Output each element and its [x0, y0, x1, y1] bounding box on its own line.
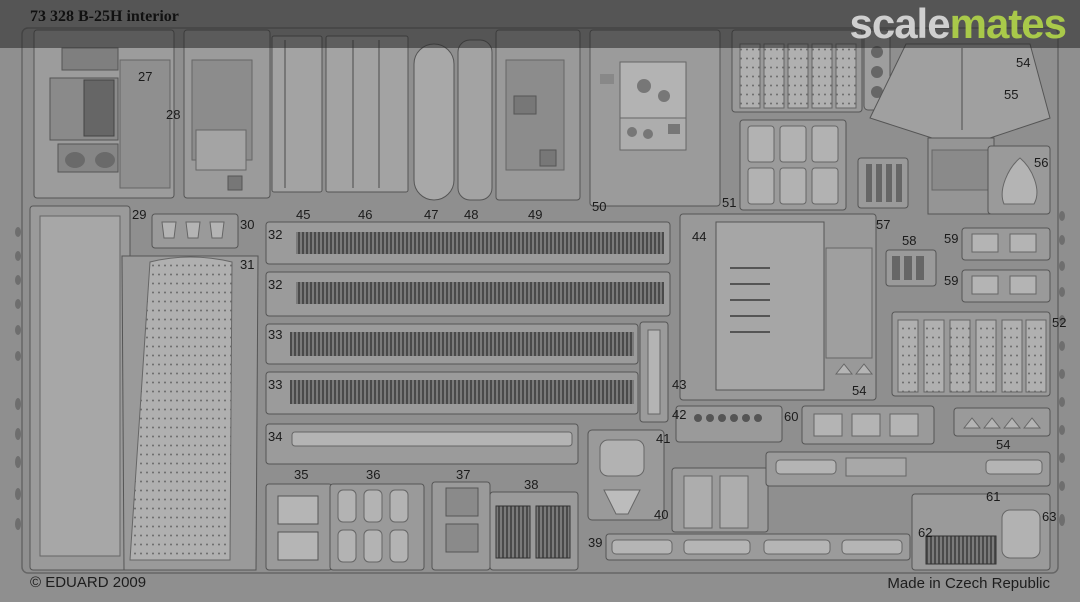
part-label: 39 — [588, 535, 603, 550]
part-label: 60 — [784, 409, 799, 424]
part-59-b — [961, 269, 1051, 303]
part-31-floor-plate — [121, 255, 259, 571]
part-label: 29 — [132, 207, 147, 222]
part-45-inner — [284, 40, 286, 188]
part-34-strip — [265, 423, 579, 465]
watermark-part-b: mates — [949, 0, 1067, 47]
part-48 — [457, 39, 493, 201]
part-label: 55 — [1004, 87, 1019, 102]
part-47 — [413, 43, 455, 201]
part-label: 48 — [464, 207, 479, 222]
part-37 — [431, 481, 491, 571]
part-label: 36 — [366, 467, 381, 482]
part-39-strip — [605, 533, 911, 561]
part-33-belt-a — [265, 323, 639, 365]
part-label: 54 — [852, 383, 867, 398]
part-60 — [801, 405, 935, 445]
part-29-floor-left — [29, 205, 131, 571]
part-32-belt-a — [265, 221, 671, 265]
part-32-belt-b — [265, 271, 671, 317]
part-label: 59 — [944, 273, 959, 288]
watermark-part-a: scale — [849, 0, 950, 47]
part-label: 59 — [944, 231, 959, 246]
part-label: 50 — [592, 199, 607, 214]
part-label: 32 — [268, 227, 283, 242]
part-45 — [271, 35, 323, 193]
part-label: 47 — [424, 207, 439, 222]
part-50-instrument-panel — [589, 29, 721, 207]
part-label: 32 — [268, 277, 283, 292]
part-61-62-63 — [911, 493, 1051, 571]
part-label: 35 — [294, 467, 309, 482]
part-58 — [885, 249, 937, 287]
set-title: 73 328 B-25H interior — [30, 8, 179, 25]
part-label: 49 — [528, 207, 543, 222]
part-label: 51 — [722, 195, 737, 210]
part-panel-cockpit-side — [183, 29, 271, 199]
part-long-bracket-right — [765, 451, 1051, 487]
part-label: 57 — [876, 217, 891, 232]
part-label: 44 — [692, 229, 707, 244]
part-label: 31 — [240, 257, 255, 272]
part-label: 33 — [268, 327, 283, 342]
part-center-lower — [671, 467, 769, 533]
part-36 — [329, 483, 425, 571]
part-label: 62 — [918, 525, 933, 540]
part-43 — [639, 321, 669, 423]
part-label: 38 — [524, 477, 539, 492]
part-51 — [739, 119, 847, 211]
part-38 — [489, 491, 579, 571]
part-57 — [857, 157, 909, 209]
part-59-a — [961, 227, 1051, 261]
watermark-logo: scalemates — [849, 0, 1067, 48]
part-label: 41 — [656, 431, 671, 446]
frame-holes-left — [15, 227, 21, 530]
part-49 — [495, 29, 581, 201]
part-46 — [325, 35, 409, 193]
part-label: 37 — [456, 467, 471, 482]
part-27-28-seat-frame — [33, 29, 175, 199]
frame-holes-right — [1059, 211, 1065, 526]
part-label: 28 — [166, 107, 181, 122]
part-label: 43 — [672, 377, 687, 392]
part-label: 54 — [996, 437, 1011, 452]
part-label: 54 — [1016, 55, 1031, 70]
part-label: 45 — [296, 207, 311, 222]
part-label: 58 — [902, 233, 917, 248]
part-label: 30 — [240, 217, 255, 232]
part-30-brackets — [151, 213, 239, 249]
part-label: 40 — [654, 507, 669, 522]
part-54-arrows-b — [953, 407, 1051, 437]
part-52 — [891, 311, 1051, 397]
part-33-belt-b — [265, 371, 639, 415]
part-35 — [265, 483, 333, 571]
part-label: 34 — [268, 429, 283, 444]
part-label: 63 — [1042, 509, 1057, 524]
copyright-text: © EDUARD 2009 — [30, 574, 147, 591]
part-label: 42 — [672, 407, 687, 422]
photo-etch-fret — [0, 0, 1080, 574]
part-label: 56 — [1034, 155, 1049, 170]
part-label: 27 — [138, 69, 153, 84]
part-label: 33 — [268, 377, 283, 392]
part-label: 52 — [1052, 315, 1067, 330]
part-label: 46 — [358, 207, 373, 222]
made-in-text: Made in Czech Republic — [887, 575, 1050, 592]
part-label: 61 — [986, 489, 1001, 504]
part-42 — [675, 405, 783, 443]
part-41 — [587, 429, 665, 521]
